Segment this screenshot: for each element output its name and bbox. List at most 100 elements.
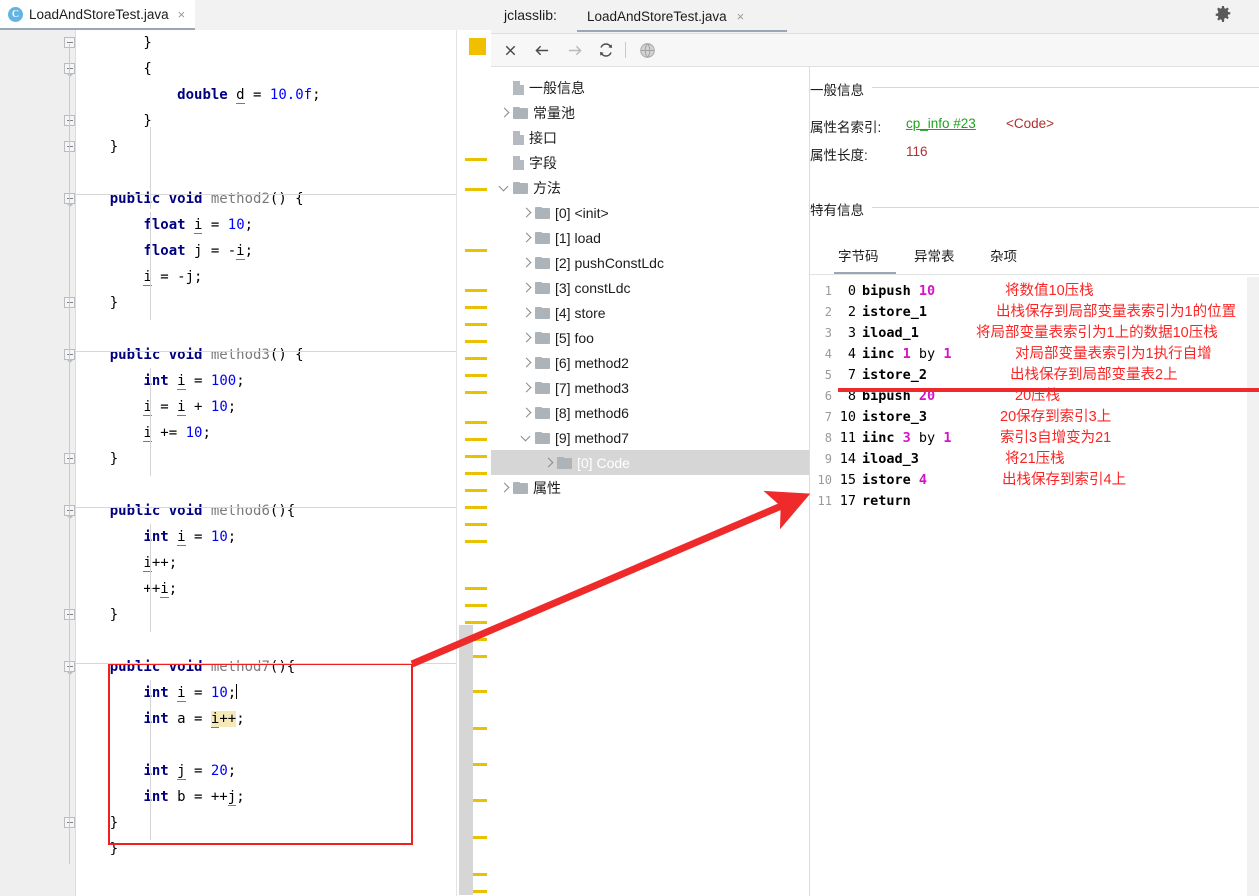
code-line[interactable]: i++;: [76, 550, 456, 576]
change-marker[interactable]: [465, 391, 487, 394]
editor-code-area[interactable]: } { double d = 10.0f; } } public void me…: [76, 30, 456, 896]
change-marker[interactable]: [465, 472, 487, 475]
tree-node--2-pushconstldc[interactable]: [2] pushConstLdc: [491, 250, 809, 275]
chevron-down-icon[interactable]: [497, 180, 513, 196]
tree-node--0-init-[interactable]: [0] <init>: [491, 200, 809, 225]
bytecode-row[interactable]: 11 17 return: [810, 491, 1259, 512]
chevron-right-icon[interactable]: [519, 280, 535, 296]
change-marker[interactable]: [465, 587, 487, 590]
tree-node--9-method7[interactable]: [9] method7: [491, 425, 809, 450]
change-marker[interactable]: [465, 421, 487, 424]
bytecode-row[interactable]: 5 7 istore_2 出栈保存到局部变量表2上: [810, 365, 1259, 386]
code-line[interactable]: }: [76, 446, 456, 472]
code-line[interactable]: int i = 10;: [76, 524, 456, 550]
bytecode-row[interactable]: 4 4 iinc 1 by 1 对局部变量表索引为1执行自增: [810, 344, 1259, 365]
code-line[interactable]: }: [76, 290, 456, 316]
code-line[interactable]: public void method7(){: [76, 654, 456, 680]
close-icon[interactable]: [499, 39, 521, 61]
chevron-right-icon[interactable]: [519, 330, 535, 346]
change-marker[interactable]: [465, 506, 487, 509]
tree-node--[interactable]: 方法: [491, 175, 809, 200]
code-line[interactable]: public void method6(){: [76, 498, 456, 524]
chevron-right-icon[interactable]: [519, 305, 535, 321]
tree-node--[interactable]: 字段: [491, 150, 809, 175]
tree-node--5-foo[interactable]: [5] foo: [491, 325, 809, 350]
change-marker[interactable]: [465, 323, 487, 326]
change-marker[interactable]: [465, 249, 487, 252]
code-line[interactable]: int b = ++j;: [76, 784, 456, 810]
tab-exception-table[interactable]: 异常表: [914, 245, 955, 265]
refresh-icon[interactable]: [595, 39, 617, 61]
code-line[interactable]: int i = 100;: [76, 368, 456, 394]
chevron-right-icon[interactable]: [519, 230, 535, 246]
bytecode-row[interactable]: 3 3 iload_1 将局部变量表索引为1上的数据10压栈: [810, 323, 1259, 344]
change-marker[interactable]: [465, 489, 487, 492]
code-line[interactable]: float i = 10;: [76, 212, 456, 238]
bytecode-row[interactable]: 7 10 istore_3 20保存到索引3上: [810, 407, 1259, 428]
tab-misc[interactable]: 杂项: [990, 245, 1017, 265]
code-line[interactable]: [76, 628, 456, 654]
code-line[interactable]: [76, 732, 456, 758]
editor-marker-column[interactable]: [456, 30, 492, 896]
code-line[interactable]: }: [76, 602, 456, 628]
code-line[interactable]: float j = -i;: [76, 238, 456, 264]
editor-tab-loadandstoretest[interactable]: C LoadAndStoreTest.java ×: [0, 0, 196, 29]
bytecode-scrollbar[interactable]: [1247, 277, 1259, 896]
editor-scrollbar-thumb[interactable]: [459, 625, 473, 895]
change-marker[interactable]: [465, 357, 487, 360]
code-line[interactable]: }: [76, 134, 456, 160]
code-line[interactable]: int i = 10;: [76, 680, 456, 706]
bytecode-row[interactable]: 2 2 istore_1 出栈保存到局部变量表索引为1的位置: [810, 302, 1259, 323]
chevron-right-icon[interactable]: [519, 205, 535, 221]
code-line[interactable]: }: [76, 836, 456, 862]
chevron-right-icon[interactable]: [519, 380, 535, 396]
tree-node--[interactable]: 一般信息: [491, 75, 809, 100]
code-line[interactable]: }: [76, 810, 456, 836]
code-line[interactable]: ++i;: [76, 576, 456, 602]
tree-node--7-method3[interactable]: [7] method3: [491, 375, 809, 400]
gear-icon[interactable]: [1215, 6, 1231, 27]
code-line[interactable]: public void method3() {: [76, 342, 456, 368]
change-marker[interactable]: [465, 523, 487, 526]
code-line[interactable]: i = i + 10;: [76, 394, 456, 420]
tree-node--[interactable]: 接口: [491, 125, 809, 150]
change-marker[interactable]: [465, 621, 487, 624]
code-line[interactable]: public void method2() {: [76, 186, 456, 212]
classfile-tree[interactable]: 一般信息 常量池 接口 字段 方法 [0] <init> [1] load [2] pushC…: [491, 67, 809, 896]
warning-marker[interactable]: [469, 38, 486, 55]
tree-node--3-constldc[interactable]: [3] constLdc: [491, 275, 809, 300]
close-icon[interactable]: ×: [178, 7, 186, 22]
code-line[interactable]: int a = i++;: [76, 706, 456, 732]
tree-node--[interactable]: 常量池: [491, 100, 809, 125]
close-icon[interactable]: ×: [737, 9, 745, 24]
chevron-right-icon[interactable]: [519, 405, 535, 421]
bytecode-row[interactable]: 1 0 bipush 10 将数值10压栈: [810, 281, 1259, 302]
chevron-down-icon[interactable]: [519, 430, 535, 446]
jclasslib-tab-loadandstoretest[interactable]: LoadAndStoreTest.java ×: [577, 0, 755, 32]
bytecode-row[interactable]: 8 11 iinc 3 by 1 索引3自增变为21: [810, 428, 1259, 449]
code-line[interactable]: i += 10;: [76, 420, 456, 446]
tree-node--0-code[interactable]: [0] Code: [491, 450, 809, 475]
tab-bytecode[interactable]: 字节码: [838, 245, 879, 265]
chevron-right-icon[interactable]: [497, 480, 513, 496]
chevron-right-icon[interactable]: [541, 455, 557, 471]
change-marker[interactable]: [465, 340, 487, 343]
tree-node--1-load[interactable]: [1] load: [491, 225, 809, 250]
change-marker[interactable]: [465, 438, 487, 441]
code-line[interactable]: [76, 316, 456, 342]
chevron-right-icon[interactable]: [519, 255, 535, 271]
code-line[interactable]: double d = 10.0f;: [76, 82, 456, 108]
attr-name-index-link[interactable]: cp_info #23: [906, 116, 976, 131]
bytecode-row[interactable]: 9 14 iload_3 将21压栈: [810, 449, 1259, 470]
change-marker[interactable]: [465, 455, 487, 458]
code-line[interactable]: [76, 472, 456, 498]
tree-node--4-store[interactable]: [4] store: [491, 300, 809, 325]
code-line[interactable]: {: [76, 56, 456, 82]
change-marker[interactable]: [465, 289, 487, 292]
change-marker[interactable]: [465, 158, 487, 161]
arrow-left-icon[interactable]: [531, 39, 553, 61]
change-marker[interactable]: [465, 188, 487, 191]
change-marker[interactable]: [465, 374, 487, 377]
code-line[interactable]: int j = 20;: [76, 758, 456, 784]
bytecode-row[interactable]: 10 15 istore 4 出栈保存到索引4上: [810, 470, 1259, 491]
